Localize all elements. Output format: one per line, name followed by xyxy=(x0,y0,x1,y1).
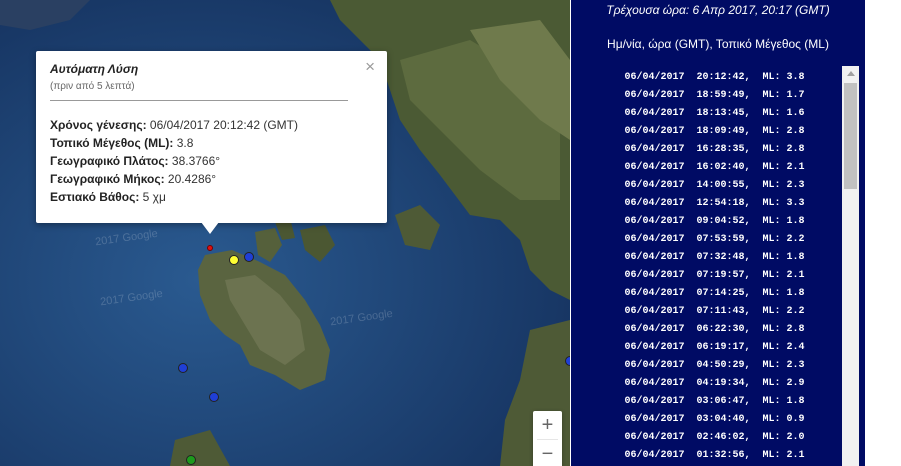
earthquake-list-item[interactable]: 06/04/2017 07:11:43, ML: 2.2 xyxy=(587,303,842,321)
origin-time-value: 06/04/2017 20:12:42 (GMT) xyxy=(146,118,299,132)
depth-label: Εστιακό Βάθος: xyxy=(50,190,140,204)
earthquake-list-item[interactable]: 06/04/2017 07:14:25, ML: 1.8 xyxy=(587,285,842,303)
earthquake-list-item[interactable]: 06/04/2017 09:04:52, ML: 1.8 xyxy=(587,213,842,231)
list-scrollbar[interactable] xyxy=(842,66,859,466)
page-margin xyxy=(865,0,901,466)
epicenter-marker-yellow[interactable] xyxy=(229,255,239,265)
earthquake-list-item[interactable]: 06/04/2017 07:53:59, ML: 2.2 xyxy=(587,231,842,249)
earthquake-list-item[interactable]: 06/04/2017 04:19:34, ML: 2.9 xyxy=(587,375,842,393)
latitude-label: Γεωγραφικό Πλάτος: xyxy=(50,154,169,168)
zoom-controls: + − xyxy=(533,411,562,466)
longitude-label: Γεωγραφικό Μήκος: xyxy=(50,172,165,186)
earthquake-list-item[interactable]: 06/04/2017 16:02:40, ML: 2.1 xyxy=(587,159,842,177)
earthquake-list-item[interactable]: 06/04/2017 06:22:30, ML: 2.8 xyxy=(587,321,842,339)
earthquake-list-item[interactable]: 06/04/2017 04:50:29, ML: 2.3 xyxy=(587,357,842,375)
earthquake-list-item[interactable]: 06/04/2017 07:19:57, ML: 2.1 xyxy=(587,267,842,285)
popup-title: Αυτόματη Λύση xyxy=(50,62,139,76)
popup-details: Χρόνος γένεσης: 06/04/2017 20:12:42 (GMT… xyxy=(50,116,373,206)
earthquake-info-popup: × Αυτόματη Λύση (πριν από 5 λεπτά) Χρόνο… xyxy=(36,51,387,223)
popup-subtitle: (πριν από 5 λεπτά) xyxy=(50,81,135,92)
depth-value: 5 χμ xyxy=(139,190,166,204)
zoom-in-button[interactable]: + xyxy=(533,411,562,439)
list-column-header: Ημ/νία, ώρα (GMT), Τοπικό Μέγεθος (ML) xyxy=(607,37,829,51)
earthquake-list-item[interactable]: 06/04/2017 18:09:49, ML: 2.8 xyxy=(587,123,842,141)
earthquake-list[interactable]: 06/04/2017 20:12:42, ML: 3.8 06/04/2017 1… xyxy=(587,66,859,466)
earthquake-list-item[interactable]: 06/04/2017 16:28:35, ML: 2.8 xyxy=(587,141,842,159)
close-icon[interactable]: × xyxy=(365,57,375,77)
latitude-row: Γεωγραφικό Πλάτος: 38.3766° xyxy=(50,152,373,170)
zoom-out-button[interactable]: − xyxy=(533,440,562,466)
magnitude-label: Τοπικό Μέγεθος (ML): xyxy=(50,136,174,150)
earthquake-list-panel: Τρέχουσα ώρα: 6 Απρ 2017, 20:17 (GMT) Ημ… xyxy=(571,0,865,466)
epicenter-marker-blue[interactable] xyxy=(244,252,254,262)
earthquake-list-item[interactable]: 06/04/2017 14:00:55, ML: 2.3 xyxy=(587,177,842,195)
earthquake-list-item[interactable]: 06/04/2017 20:12:42, ML: 3.8 xyxy=(587,69,842,87)
earthquake-list-item[interactable]: 06/04/2017 12:54:18, ML: 3.3 xyxy=(587,195,842,213)
scroll-up-icon[interactable] xyxy=(842,66,859,81)
map-view[interactable]: 2017 Google 2017 Google 2017 Google × Αυ… xyxy=(0,0,570,466)
longitude-row: Γεωγραφικό Μήκος: 20.4286° xyxy=(50,170,373,188)
scrollbar-thumb[interactable] xyxy=(844,83,857,189)
earthquake-list-item[interactable]: 06/04/2017 03:06:47, ML: 1.8 xyxy=(587,393,842,411)
popup-pointer xyxy=(201,222,219,234)
epicenter-marker-blue[interactable] xyxy=(565,356,570,366)
magnitude-value: 3.8 xyxy=(173,136,194,150)
longitude-value: 20.4286° xyxy=(164,172,217,186)
earthquake-list-item[interactable]: 06/04/2017 07:32:48, ML: 1.8 xyxy=(587,249,842,267)
earthquake-list-item[interactable]: 06/04/2017 02:46:02, ML: 2.0 xyxy=(587,429,842,447)
earthquake-list-item[interactable]: 06/04/2017 18:59:49, ML: 1.7 xyxy=(587,87,842,105)
epicenter-marker-blue[interactable] xyxy=(178,363,188,373)
earthquake-list-item[interactable]: 06/04/2017 06:19:17, ML: 2.4 xyxy=(587,339,842,357)
origin-time-row: Χρόνος γένεσης: 06/04/2017 20:12:42 (GMT… xyxy=(50,116,373,134)
earthquake-list-item[interactable]: 06/04/2017 18:13:45, ML: 1.6 xyxy=(587,105,842,123)
earthquake-list-item[interactable]: 06/04/2017 03:04:40, ML: 0.9 xyxy=(587,411,842,429)
origin-time-label: Χρόνος γένεσης: xyxy=(50,118,147,132)
popup-divider xyxy=(50,100,348,101)
epicenter-marker-blue[interactable] xyxy=(209,392,219,402)
depth-row: Εστιακό Βάθος: 5 χμ xyxy=(50,188,373,206)
earthquake-list-item[interactable]: 06/04/2017 01:32:56, ML: 2.1 xyxy=(587,447,842,465)
magnitude-row: Τοπικό Μέγεθος (ML): 3.8 xyxy=(50,134,373,152)
earthquake-list-items: 06/04/2017 20:12:42, ML: 3.8 06/04/2017 1… xyxy=(587,66,842,465)
epicenter-marker-red[interactable] xyxy=(207,245,213,251)
latitude-value: 38.3766° xyxy=(168,154,221,168)
epicenter-marker-green[interactable] xyxy=(186,455,196,465)
current-time: Τρέχουσα ώρα: 6 Απρ 2017, 20:17 (GMT) xyxy=(606,3,830,17)
